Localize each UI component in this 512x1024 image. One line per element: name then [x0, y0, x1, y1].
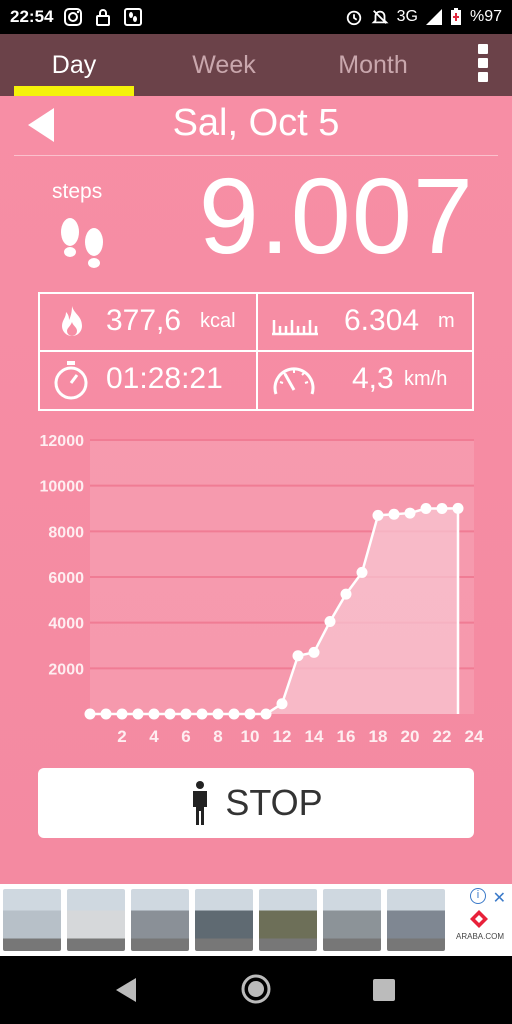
- ad-car-thumbnail[interactable]: [67, 889, 125, 951]
- chart-data-point: [340, 588, 352, 600]
- battery-icon: [450, 8, 461, 25]
- chart-data-point: [292, 650, 304, 662]
- instagram-icon: [64, 8, 83, 26]
- pedometer-notification-icon: [124, 8, 143, 26]
- tab-week[interactable]: Week: [164, 34, 284, 96]
- ad-car-thumbnail[interactable]: [387, 889, 445, 951]
- notifications-off-icon: [371, 10, 389, 24]
- chart-data-point: [436, 503, 448, 514]
- chart-data-point: [388, 508, 400, 520]
- ad-car-thumbnail[interactable]: [323, 889, 381, 951]
- steps-label: steps: [52, 180, 103, 203]
- speedometer-icon: [273, 367, 315, 395]
- ad-car-thumbnail[interactable]: [195, 889, 253, 951]
- tab-month[interactable]: Month: [312, 34, 434, 96]
- duration-value: 01:28:21: [106, 362, 223, 395]
- chart-data-point: [148, 708, 160, 720]
- stop-button-label: STOP: [225, 782, 323, 823]
- distance-value: 6.304: [344, 304, 420, 337]
- chart-x-tick-label: 22: [433, 727, 452, 746]
- chart-data-point: [164, 708, 176, 720]
- chart-data-point: [420, 503, 432, 514]
- active-tab-indicator: [14, 86, 134, 96]
- chart-x-tick-label: 14: [305, 727, 324, 746]
- back-icon[interactable]: [116, 978, 138, 1002]
- calories-unit: kcal: [200, 310, 236, 332]
- chart-x-tick-label: 6: [181, 727, 190, 746]
- chart-data-point: [260, 708, 272, 720]
- ad-banner[interactable]: i ✕ ARABA.COM: [0, 884, 512, 956]
- chart-y-tick-label: 6000: [48, 570, 84, 587]
- chart-x-tick-label: 20: [401, 727, 420, 746]
- stats-divider-horizontal: [40, 350, 472, 352]
- chart-data-point: [372, 509, 384, 521]
- chart-data-point: [196, 708, 208, 720]
- stop-button[interactable]: STOP: [38, 768, 474, 838]
- chart-x-tick-label: 16: [337, 727, 356, 746]
- ad-info-icon[interactable]: i: [470, 888, 486, 904]
- steps-count: 9.007: [198, 155, 474, 276]
- chart-y-tick-label: 8000: [48, 524, 84, 541]
- ad-brand-logo: [470, 910, 488, 928]
- chart-y-tick-label: 2000: [48, 661, 84, 678]
- chart-data-point: [324, 616, 336, 628]
- chart-x-tick-label: 18: [369, 727, 388, 746]
- overflow-menu-icon[interactable]: [476, 44, 490, 82]
- chart-data-point: [244, 708, 256, 720]
- date-header: Sal, Oct 5: [14, 96, 498, 156]
- system-nav-bar: [0, 956, 512, 1024]
- main-content: Sal, Oct 5 steps 9.007 377,6 kcal 6.304 …: [0, 96, 512, 884]
- chart-data-point: [276, 698, 288, 710]
- network-type: 3G: [396, 8, 418, 25]
- chart-data-point: [356, 566, 368, 578]
- recents-icon[interactable]: [373, 979, 395, 1001]
- chart-data-point: [308, 646, 320, 658]
- chart-data-point: [132, 708, 144, 720]
- chart-data-point: [84, 708, 96, 720]
- ad-car-thumbnail[interactable]: [259, 889, 317, 951]
- alarm-icon: [346, 10, 361, 26]
- date-title: Sal, Oct 5: [172, 102, 340, 144]
- chart-data-point: [100, 708, 112, 720]
- distance-unit: m: [438, 310, 455, 332]
- ad-close-icon[interactable]: ✕: [493, 888, 506, 908]
- chart-data-point: [404, 507, 416, 519]
- chart-data-point: [452, 502, 464, 514]
- status-time: 22:54: [10, 7, 54, 26]
- chart-y-tick-label: 10000: [40, 479, 85, 496]
- chart-x-tick-label: 4: [149, 727, 159, 746]
- calories-value: 377,6: [106, 304, 182, 337]
- steps-per-hour-chart: 200040006000800010000120002 4 6 8 10 12 14 16 18…: [40, 433, 484, 746]
- stopwatch-icon: [54, 361, 88, 400]
- footprints-icon: [61, 218, 103, 268]
- chart-y-tick-label: 12000: [40, 433, 85, 450]
- ad-car-thumbnail[interactable]: [3, 889, 61, 951]
- battery-percent: %97: [469, 8, 502, 25]
- chart-data-point: [212, 708, 224, 720]
- home-icon[interactable]: [240, 973, 272, 1005]
- ruler-icon: [272, 320, 318, 336]
- status-bar: 22:54 3G %97: [0, 0, 512, 34]
- chart-x-tick-label: 2: [117, 727, 126, 746]
- chart-x-tick-label: 24: [465, 727, 484, 746]
- speed-value: 4,3: [352, 362, 394, 395]
- speed-unit: km/h: [404, 368, 448, 390]
- chart-data-point: [228, 708, 240, 720]
- chart-x-tick-label: 10: [241, 727, 260, 746]
- person-standing-icon: [193, 781, 208, 825]
- chart-data-point: [116, 708, 128, 720]
- chart-y-tick-label: 4000: [48, 616, 84, 633]
- ad-car-thumbnail[interactable]: [131, 889, 189, 951]
- signal-icon: [425, 9, 442, 25]
- flame-icon: [62, 306, 82, 336]
- chart-data-point: [180, 708, 192, 720]
- stats-panel: 377,6 kcal 6.304 m 01:28:21 4,3 km/h: [38, 292, 474, 411]
- chart-x-tick-label: 8: [213, 727, 222, 746]
- chart-x-tick-label: 12: [273, 727, 292, 746]
- lock-icon: [96, 9, 111, 26]
- ad-brand-text: ARABA.COM: [456, 932, 505, 941]
